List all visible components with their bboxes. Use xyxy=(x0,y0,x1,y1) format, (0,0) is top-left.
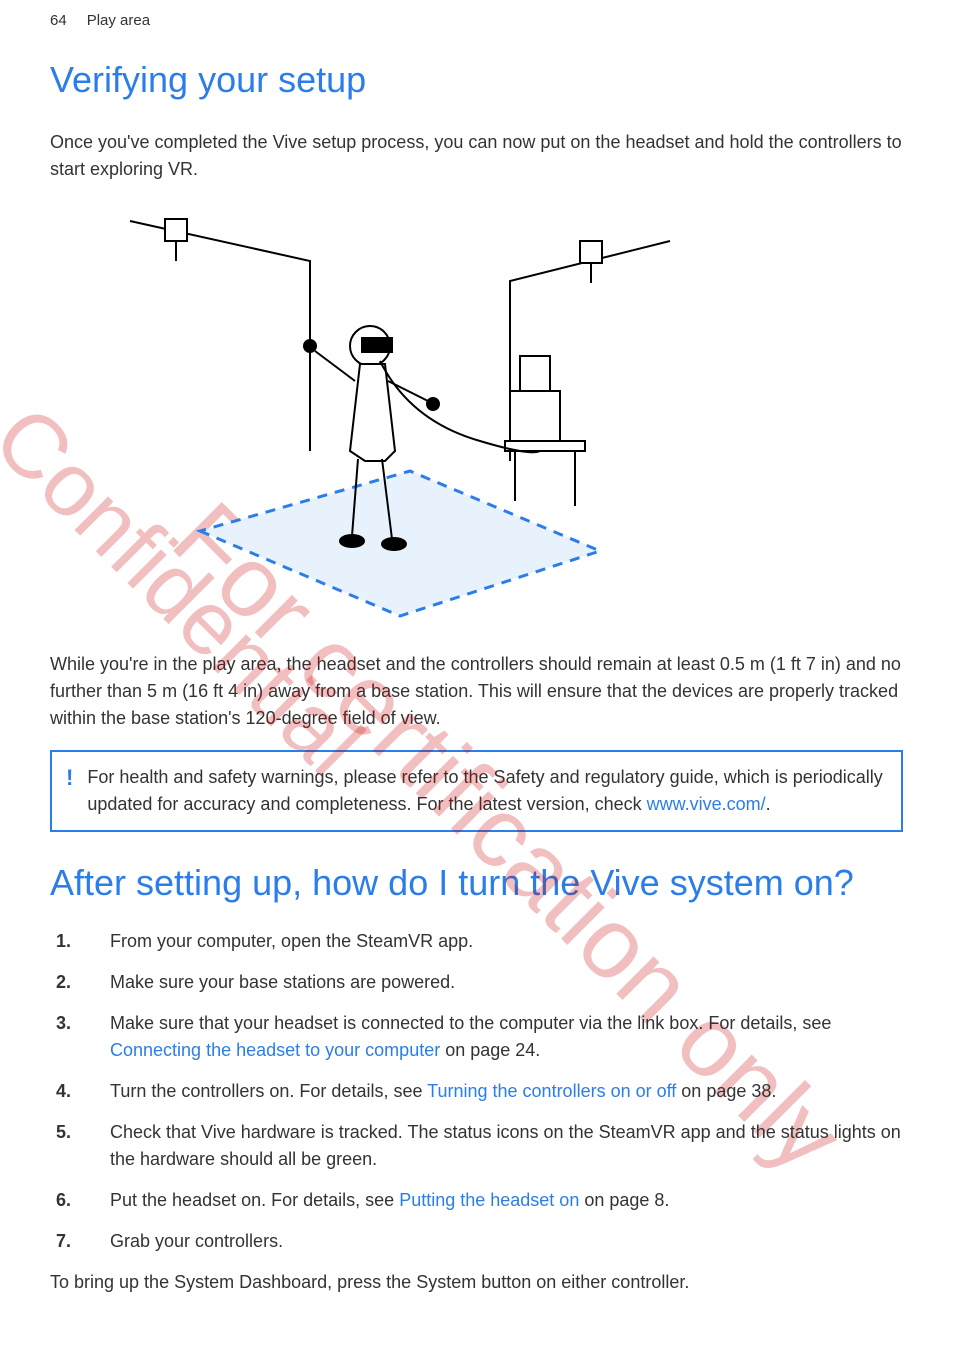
link-putting-headset-on[interactable]: Putting the headset on xyxy=(399,1190,579,1210)
step-2: Make sure your base stations are powered… xyxy=(50,969,903,996)
heading-after-setup: After setting up, how do I turn the Vive… xyxy=(50,862,903,904)
step-text: on page 8. xyxy=(579,1190,669,1210)
note-text: For health and safety warnings, please r… xyxy=(87,764,887,818)
note-text-after: . xyxy=(766,794,771,814)
heading-verifying: Verifying your setup xyxy=(50,59,903,101)
play-area-paragraph: While you're in the play area, the heads… xyxy=(50,651,903,732)
step-1: From your computer, open the SteamVR app… xyxy=(50,928,903,955)
step-text: Check that Vive hardware is tracked. The… xyxy=(110,1122,901,1169)
vive-link[interactable]: www.vive.com/ xyxy=(647,794,766,814)
steps-list: From your computer, open the SteamVR app… xyxy=(50,928,903,1255)
step-text: Make sure that your headset is connected… xyxy=(110,1013,831,1033)
step-text: on page 24. xyxy=(440,1040,540,1060)
step-text: on page 38. xyxy=(676,1081,776,1101)
warning-icon: ! xyxy=(66,764,73,818)
vr-room-svg xyxy=(110,201,690,621)
step-5: Check that Vive hardware is tracked. The… xyxy=(50,1119,903,1173)
link-turning-controllers[interactable]: Turning the controllers on or off xyxy=(427,1081,676,1101)
safety-note: ! For health and safety warnings, please… xyxy=(50,750,903,832)
step-3: Make sure that your headset is connected… xyxy=(50,1010,903,1064)
link-connecting-headset[interactable]: Connecting the headset to your computer xyxy=(110,1040,440,1060)
step-text: Grab your controllers. xyxy=(110,1231,283,1251)
play-area-illustration xyxy=(110,201,690,621)
step-6: Put the headset on. For details, see Put… xyxy=(50,1187,903,1214)
step-text: Put the headset on. For details, see xyxy=(110,1190,399,1210)
closing-paragraph: To bring up the System Dashboard, press … xyxy=(50,1269,903,1296)
page-number: 64 xyxy=(50,12,67,29)
step-4: Turn the controllers on. For details, se… xyxy=(50,1078,903,1105)
step-text: Make sure your base stations are powered… xyxy=(110,972,455,992)
step-text: Turn the controllers on. For details, se… xyxy=(110,1081,427,1101)
page-header: 64 Play area xyxy=(50,0,903,59)
step-text: From your computer, open the SteamVR app… xyxy=(110,931,473,951)
intro-paragraph: Once you've completed the Vive setup pro… xyxy=(50,129,903,183)
step-7: Grab your controllers. xyxy=(50,1228,903,1255)
section-label: Play area xyxy=(87,12,150,29)
